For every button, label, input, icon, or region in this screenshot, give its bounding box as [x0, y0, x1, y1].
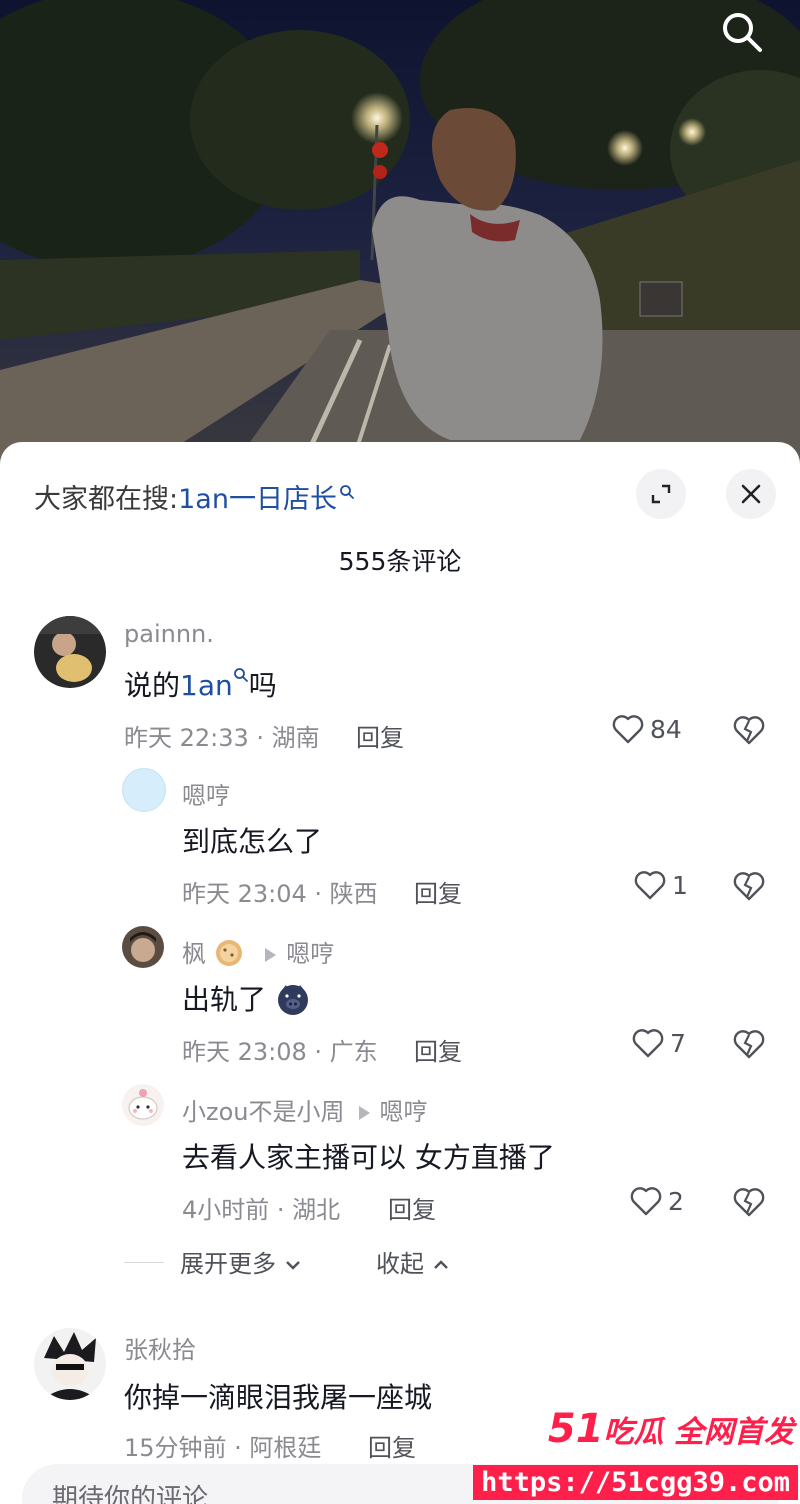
like-count: 1 [672, 870, 688, 900]
chevron-up-icon [433, 1260, 448, 1269]
comment-sheet: 大家都在搜:1an一日店长 555条评论 painnn. 说的1an 吗 昨天 2… [0, 442, 800, 1504]
reply-item: 枫 嗯哼 出轨了 昨天 23:08 · 广东 回复 7 [0, 926, 800, 1076]
like-button[interactable]: 7 [632, 1028, 686, 1058]
comment-text: 到底怎么了 [182, 825, 323, 858]
comment-meta: 昨天 22:33 · 湖南 [124, 724, 320, 752]
expand-button[interactable] [636, 469, 686, 519]
heart-icon [630, 1187, 662, 1216]
comment-text: 出轨了 [182, 978, 311, 1018]
reply-button[interactable]: 回复 [414, 1032, 462, 1067]
comment-keyword-link[interactable]: 1an [180, 669, 233, 702]
chevron-down-icon [285, 1261, 300, 1270]
reply-arrow-icon [358, 1106, 370, 1120]
avatar[interactable] [122, 926, 164, 968]
reply-button[interactable]: 回复 [414, 874, 462, 909]
comment-author: 枫 嗯哼 [182, 934, 334, 969]
comment-meta: 15分钟前 · 阿根廷 [124, 1434, 322, 1462]
avatar[interactable] [122, 768, 166, 812]
reply-to-name[interactable]: 嗯哼 [286, 940, 334, 968]
video-background [0, 0, 800, 470]
comment-count: 555条评论 [338, 547, 462, 576]
close-icon [741, 484, 761, 504]
comment-text: 说的1an 吗 [124, 664, 277, 704]
expand-more-button[interactable]: 展开更多 [180, 1244, 302, 1279]
like-button[interactable]: 2 [630, 1186, 684, 1216]
heart-icon [612, 715, 644, 744]
reply-button[interactable]: 回复 [356, 718, 404, 753]
broken-heart-icon[interactable] [732, 714, 766, 746]
watermark-number: 51 [547, 1406, 604, 1452]
divider [124, 1262, 164, 1263]
hot-search-keyword: 1an一日店长 [178, 484, 337, 515]
close-button[interactable] [726, 469, 776, 519]
sheet-header: 大家都在搜:1an一日店长 555条评论 [0, 442, 800, 576]
like-button[interactable]: 84 [612, 714, 682, 744]
broken-heart-icon[interactable] [732, 1028, 766, 1060]
collapse-label: 收起 [376, 1250, 424, 1278]
reply-item: 小zou不是小周 嗯哼 去看人家主播可以 女方直播了 4小时前 · 湖北 回复 2 [0, 1084, 800, 1234]
watermark-text: 吃瓜 全网首发 [603, 1415, 794, 1450]
comment-author: 小zou不是小周 嗯哼 [182, 1092, 428, 1127]
search-icon[interactable] [718, 8, 766, 56]
collapse-button[interactable]: 收起 [376, 1244, 450, 1279]
comment-input[interactable] [50, 1480, 474, 1504]
expand-icon [651, 484, 671, 504]
comment-author[interactable]: 张秋拾 [124, 1330, 196, 1365]
author-name[interactable]: 枫 [182, 940, 206, 968]
expand-more-label: 展开更多 [180, 1250, 276, 1278]
heart-icon [632, 1029, 664, 1058]
comment-author[interactable]: painnn. [124, 620, 214, 648]
reply-arrow-icon [265, 948, 277, 962]
search-icon [233, 668, 248, 682]
hot-search-link[interactable]: 大家都在搜:1an一日店长 [34, 477, 355, 516]
like-count: 2 [668, 1186, 684, 1216]
like-count: 84 [650, 714, 682, 744]
comment-meta: 昨天 23:04 · 陕西 [182, 880, 378, 908]
heart-icon [634, 871, 666, 900]
broken-heart-icon[interactable] [732, 870, 766, 902]
broken-heart-icon[interactable] [732, 1186, 766, 1218]
cookie-emoji-icon [215, 940, 242, 966]
reply-button[interactable]: 回复 [388, 1190, 436, 1225]
comment-text-part: 说的 [124, 669, 181, 702]
reply-button[interactable]: 回复 [368, 1428, 416, 1463]
comment-meta: 4小时前 · 湖北 [182, 1196, 341, 1224]
pig-emoji-icon [277, 985, 308, 1015]
comment-meta: 昨天 23:08 · 广东 [182, 1038, 378, 1066]
search-icon [340, 485, 354, 499]
author-name[interactable]: 小zou不是小周 [182, 1098, 345, 1126]
reply-item: 嗯哼 到底怎么了 昨天 23:04 · 陕西 回复 1 [0, 768, 800, 918]
reply-to-name[interactable]: 嗯哼 [380, 1098, 428, 1126]
avatar[interactable] [34, 1328, 106, 1400]
watermark: 51吃瓜 全网首发 https://51cgg39.com [473, 1404, 800, 1504]
comment-item: painnn. 说的1an 吗 昨天 22:33 · 湖南 回复 84 [0, 612, 800, 762]
thread-controls: 展开更多 收起 [124, 1242, 524, 1282]
avatar[interactable] [34, 616, 106, 688]
hot-search-prefix: 大家都在搜: [34, 484, 179, 515]
comment-text: 你掉一滴眼泪我屠一座城 [124, 1381, 433, 1414]
comment-text: 去看人家主播可以 女方直播了 [182, 1141, 555, 1174]
avatar[interactable] [122, 1084, 164, 1126]
watermark-brand: 51吃瓜 全网首发 [548, 1406, 794, 1452]
comment-text-part: 吗 [248, 669, 277, 702]
like-button[interactable]: 1 [634, 870, 688, 900]
watermark-url: https://51cgg39.com [473, 1465, 798, 1500]
like-count: 7 [670, 1028, 686, 1058]
comment-text-part: 出轨了 [182, 983, 267, 1016]
comment-author[interactable]: 嗯哼 [182, 776, 230, 811]
